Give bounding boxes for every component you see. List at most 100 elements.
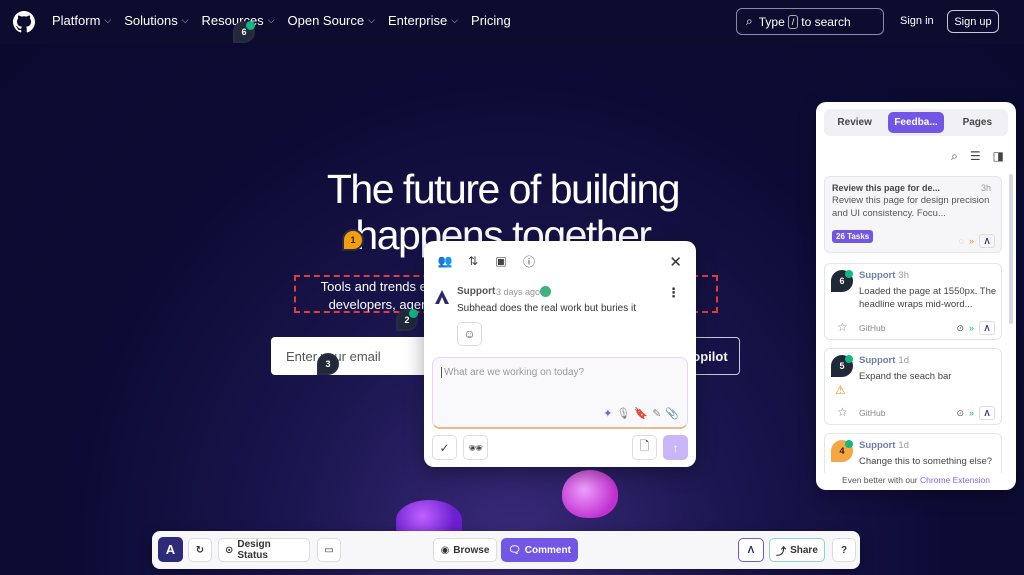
pin-number: 4: [839, 446, 845, 456]
incognito-button[interactable]: 🕶: [463, 435, 488, 460]
assignee-logo-icon: Λ: [979, 406, 995, 420]
design-status-button[interactable]: ⊙ Design Status: [218, 538, 310, 562]
reply-textarea[interactable]: What are we working on today? ✦ 🎙 🔖 ✎ 📎: [432, 357, 688, 429]
nav-item-label: Pricing: [471, 13, 511, 28]
nav-item-open-source[interactable]: Open Source ⌵: [288, 13, 375, 28]
nav-item-pricing[interactable]: Pricing: [471, 13, 511, 28]
chevron-down-icon: ⌵: [451, 15, 459, 25]
panel-scrollbar[interactable]: [1009, 174, 1013, 324]
panel-footer: Even better with our Chrome Extension: [816, 475, 1016, 485]
microphone-icon[interactable]: 🎙: [616, 407, 630, 420]
account-button[interactable]: Λ: [738, 538, 764, 562]
tab-feedback[interactable]: Feedba...: [888, 112, 944, 133]
nav-item-enterprise[interactable]: Enterprise ⌵: [388, 13, 458, 28]
feedback-card[interactable]: 4 Support 1d Change this to something els…: [824, 433, 1002, 473]
card-time: 3h: [898, 270, 909, 281]
card-source: GitHub: [859, 323, 886, 333]
in-progress-icon: ◌: [958, 236, 964, 246]
more-options-icon[interactable]: ⋮: [667, 285, 680, 301]
pin-status-dot: [845, 270, 853, 278]
card-pin: 6: [831, 270, 853, 292]
signup-button[interactable]: Sign up: [947, 10, 999, 33]
nav-item-solutions[interactable]: Solutions ⌵: [124, 13, 188, 28]
design-status-label: Design Status: [237, 539, 271, 561]
tab-pages[interactable]: Pages: [950, 112, 1005, 133]
users-icon[interactable]: 👥: [438, 254, 453, 268]
image-icon[interactable]: ▣: [494, 254, 508, 268]
help-button[interactable]: ?: [832, 538, 856, 562]
bookmark-icon[interactable]: 🔖: [634, 407, 648, 420]
feedback-card[interactable]: 5 Support 1d Expand the seach bar ⚠ ☆ Git…: [824, 348, 1002, 425]
pin-number: 2: [404, 315, 410, 325]
popup-footer-right: 🗋 ↑: [632, 435, 688, 460]
comment-pin[interactable]: 2: [396, 309, 418, 331]
comment-body: Subhead does the real work but buries it: [457, 303, 636, 314]
nav-item-label: Platform: [52, 13, 101, 28]
star-icon[interactable]: ☆: [837, 405, 848, 419]
circle-status-icon: ⊙: [225, 544, 234, 556]
search-icon[interactable]: ⌕: [951, 149, 958, 164]
app-logo-button[interactable]: A: [158, 537, 183, 562]
github-logo-icon[interactable]: [13, 11, 35, 33]
card-body: Change this to something else?: [859, 456, 993, 467]
priority-chevrons-icon: »: [968, 323, 974, 333]
help-icon: ?: [840, 544, 848, 556]
comment-pin[interactable]: 6: [233, 21, 255, 43]
pin-number: 6: [839, 276, 845, 286]
refresh-icon: ↻: [195, 544, 205, 556]
share-icon: ⤴: [776, 546, 787, 558]
assignee-logo-icon: Λ: [979, 321, 995, 335]
tab-review[interactable]: Review: [827, 112, 882, 133]
nav-item-label: Solutions: [124, 13, 178, 28]
comment-button[interactable]: 🗨 Comment: [501, 538, 578, 562]
support-avatar-icon: [435, 290, 449, 304]
card-pin: 5: [831, 355, 853, 377]
chrome-extension-link[interactable]: Chrome Extension: [920, 475, 990, 485]
card-author: Support 3h: [859, 270, 909, 281]
refresh-button[interactable]: ↻: [188, 538, 212, 562]
arrow-up-icon: ↑: [672, 440, 679, 455]
paperclip-icon[interactable]: 📎: [665, 407, 679, 420]
pin-status-dot: [246, 21, 255, 30]
star-icon[interactable]: ☆: [837, 320, 848, 334]
summary-title: Review this page for de...: [832, 183, 941, 193]
hero-title-line: The future of building: [326, 166, 681, 212]
pen-icon[interactable]: ✎: [652, 407, 661, 420]
filter-sliders-icon[interactable]: ☰: [970, 149, 981, 164]
monitor-icon: ▭: [324, 544, 334, 556]
warning-icon: ⚠: [835, 383, 846, 397]
browse-button[interactable]: ◉ Browse: [433, 538, 497, 562]
card-icons: ⊙ » Λ: [956, 321, 995, 335]
smiley-icon: ☺: [463, 327, 476, 341]
comment-pin[interactable]: 1: [342, 229, 364, 251]
summary-text: Review this page for design precision an…: [832, 195, 990, 219]
comment-icon: 🗨: [508, 544, 521, 556]
summary-card[interactable]: Review this page for de... 3h Review thi…: [824, 176, 1002, 253]
popup-toolbar: 👥 ⇅ ▣ ⓘ: [438, 254, 536, 269]
sparkle-icon[interactable]: ✦: [603, 407, 612, 420]
sort-icon[interactable]: ⇅: [466, 254, 480, 268]
pin-status-dot: [845, 355, 853, 363]
document-icon: 🗋: [639, 439, 650, 453]
document-button[interactable]: 🗋: [632, 435, 657, 460]
signin-link[interactable]: Sign in: [900, 15, 934, 27]
nav-item-platform[interactable]: Platform ⌵: [52, 13, 111, 28]
add-reaction-button[interactable]: ☺: [457, 322, 482, 346]
priority-chevrons-icon: »: [968, 408, 974, 418]
info-icon[interactable]: ⓘ: [522, 254, 536, 269]
pin-number: 3: [325, 359, 331, 369]
comment-pin[interactable]: 3: [317, 353, 339, 375]
feedback-card[interactable]: 6 Support 3h Loaded the page at 1550px. T…: [824, 263, 1002, 340]
nav-item-label: Enterprise: [387, 13, 448, 28]
resolve-button[interactable]: ✓: [432, 435, 457, 460]
search-button[interactable]: ⌕ Type / to search: [736, 8, 884, 35]
sidebar-collapse-icon[interactable]: ◨: [993, 149, 1004, 164]
send-button[interactable]: ↑: [663, 435, 688, 460]
share-button[interactable]: ⤴ Share: [769, 538, 825, 562]
close-icon[interactable]: ✕: [669, 253, 682, 271]
tasks-badge: 26 Tasks: [832, 230, 874, 243]
card-icons: ⊙ » Λ: [956, 406, 995, 420]
monitor-button[interactable]: ▭: [317, 538, 341, 562]
chevron-down-icon: ⌵: [368, 15, 375, 25]
email-input[interactable]: Enter your email: [271, 337, 431, 375]
